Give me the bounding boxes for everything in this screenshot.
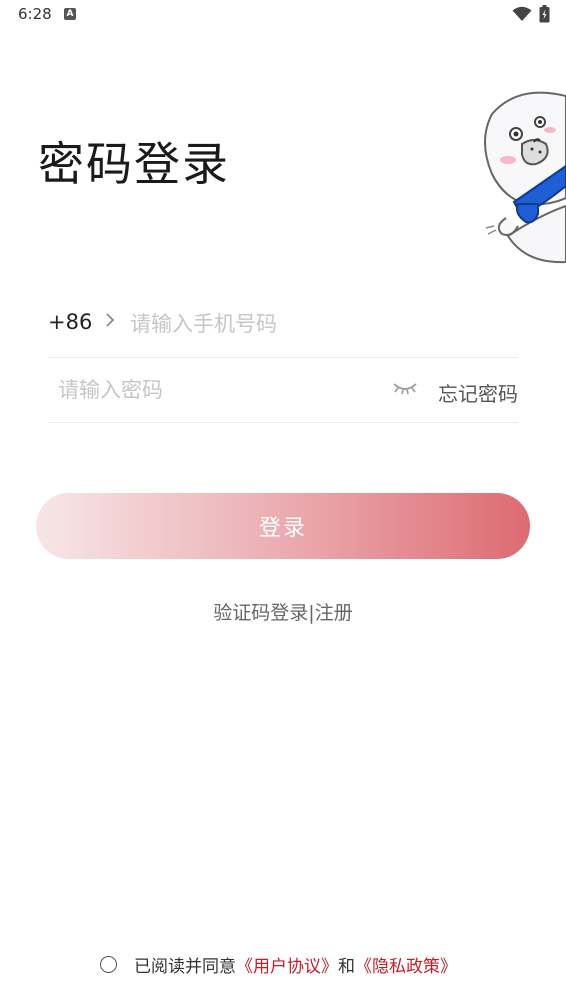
agreement-conjunction: 和: [338, 956, 355, 977]
login-screen: 6:28 A 密码登录 +86 请输入手机号码 忘记密码 登录 验证码登录|注册…: [0, 0, 566, 1006]
status-bar: 6:28 A: [0, 0, 566, 30]
forgot-password-link[interactable]: 忘记密码: [438, 378, 518, 407]
phone-row: +86: [48, 290, 518, 358]
password-input[interactable]: [58, 370, 378, 410]
notification-icon: A: [64, 8, 76, 20]
mascot-illustration: [478, 86, 566, 266]
password-row: 忘记密码: [48, 358, 518, 423]
battery-icon: [539, 5, 550, 27]
agreement-prefix: 已阅读并同意: [134, 956, 236, 977]
privacy-policy-link[interactable]: 《隐私政策》: [355, 952, 457, 977]
status-time: 6:28: [18, 5, 52, 23]
wifi-icon: [512, 6, 532, 26]
eye-closed-icon[interactable]: [392, 380, 418, 400]
alt-links: 验证码登录|注册: [0, 598, 566, 625]
page-title: 密码登录: [38, 137, 230, 191]
chevron-right-icon[interactable]: [104, 312, 116, 332]
register-link[interactable]: 注册: [315, 602, 353, 624]
sms-login-link[interactable]: 验证码登录: [213, 602, 308, 624]
user-agreement-link[interactable]: 《用户协议》: [236, 952, 338, 977]
agreement-row: 已阅读并同意 《用户协议》 和 《隐私政策》: [100, 952, 457, 977]
phone-input[interactable]: [130, 304, 510, 344]
agree-radio[interactable]: [100, 955, 117, 973]
country-code-selector[interactable]: +86: [48, 310, 92, 334]
login-button[interactable]: 登录: [36, 493, 530, 559]
